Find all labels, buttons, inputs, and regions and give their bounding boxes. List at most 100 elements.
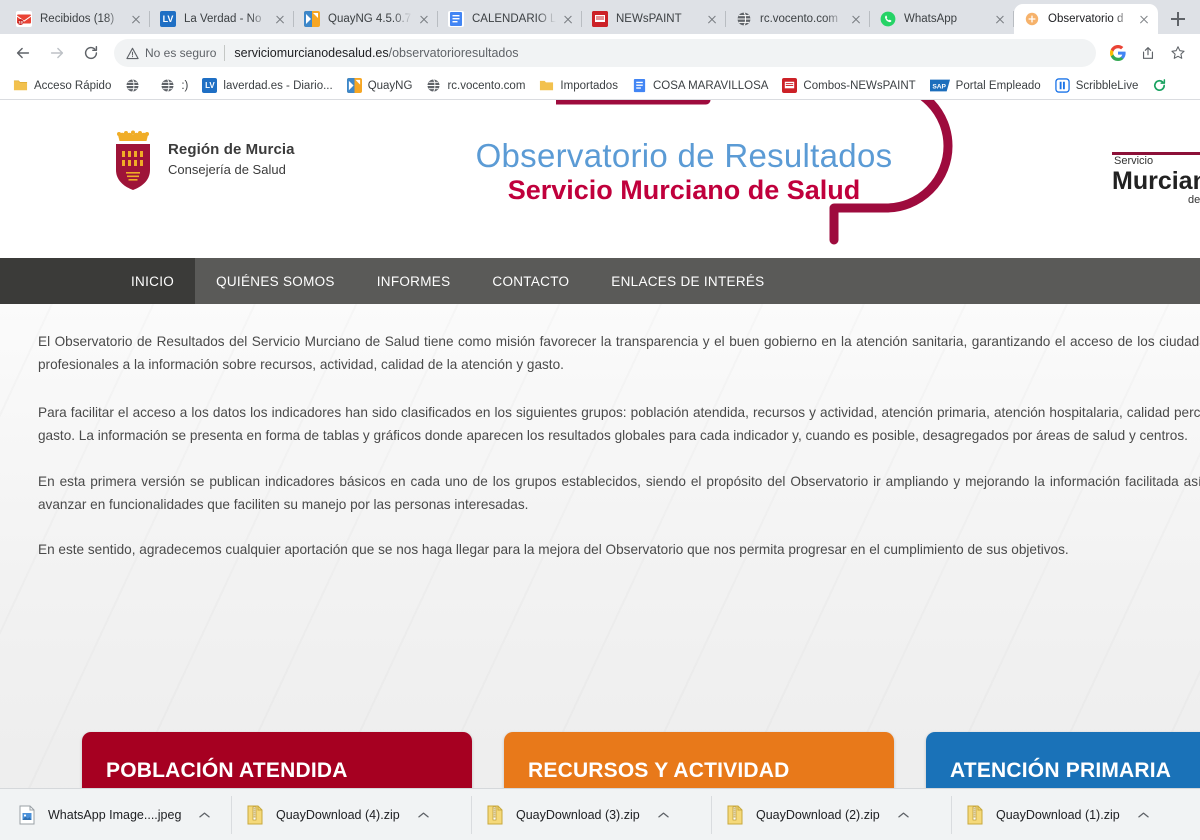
bookmark-label: rc.vocento.com xyxy=(447,80,525,92)
bookmark-item[interactable]: Importados xyxy=(532,75,625,96)
bookmark-item[interactable]: Combos-NEWsPAINT xyxy=(775,75,922,96)
nav-left-spacer xyxy=(0,258,110,304)
close-icon[interactable] xyxy=(128,11,144,27)
bookmark-label: QuayNG xyxy=(368,80,413,92)
browser-tab-active[interactable]: Observatorio d xyxy=(1014,4,1158,34)
brand-text: Región de Murcia Consejería de Salud xyxy=(168,140,295,180)
bookmark-item[interactable]: rc.vocento.com xyxy=(419,75,532,96)
newspaint-icon xyxy=(782,78,797,93)
download-item[interactable]: QuayDownload (1).zip xyxy=(952,796,1192,834)
laverdad-icon: LV xyxy=(202,78,217,93)
brand-line-2: Consejería de Salud xyxy=(168,162,286,177)
browser-tab[interactable]: NEWsPAINT xyxy=(582,4,726,34)
nav-item-quienes-somos[interactable]: QUIÉNES SOMOS xyxy=(195,258,356,304)
image-file-icon xyxy=(18,805,36,825)
download-item[interactable]: WhatsApp Image....jpeg xyxy=(4,796,232,834)
bookmark-item[interactable]: COSA MARAVILLOSA xyxy=(625,75,775,96)
bookmark-item[interactable]: :) xyxy=(153,75,195,96)
close-icon[interactable] xyxy=(416,11,432,27)
laverdad-icon: LV xyxy=(160,11,176,27)
bookmark-label: :) xyxy=(181,80,188,92)
close-icon[interactable] xyxy=(1136,11,1152,27)
download-item[interactable]: QuayDownload (2).zip xyxy=(712,796,952,834)
reload-button[interactable] xyxy=(76,38,106,68)
nav-label: ENLACES DE INTERÉS xyxy=(611,274,764,289)
tab-strip: 18 Recibidos (18) LV La Verdad - No Quay… xyxy=(0,0,1200,34)
refresh-icon xyxy=(1152,78,1167,93)
nav-item-contacto[interactable]: CONTACTO xyxy=(471,258,590,304)
tab-title: NEWsPAINT xyxy=(616,13,700,25)
bookmark-item[interactable]: QuayNG xyxy=(340,75,420,96)
scribblelive-icon xyxy=(1055,78,1070,93)
browser-tab[interactable]: CALENDARIO L xyxy=(438,4,582,34)
url-path: /observatorioresultados xyxy=(389,46,519,60)
servicio-murciano-logo: Servicio Murciano de xyxy=(1088,152,1200,207)
tab-title: QuayNG 4.5.0.7 xyxy=(328,13,412,25)
svg-text:SAP: SAP xyxy=(932,83,946,90)
new-tab-button[interactable] xyxy=(1164,5,1192,33)
site-header: Región de Murcia Consejería de Salud Obs… xyxy=(0,100,1200,258)
close-icon[interactable] xyxy=(992,11,1008,27)
google-docs-icon xyxy=(448,11,464,27)
browser-tab[interactable]: rc.vocento.com xyxy=(726,4,870,34)
close-icon[interactable] xyxy=(560,11,576,27)
bookmark-item[interactable]: SAP Portal Empleado xyxy=(923,75,1048,96)
google-account-icon[interactable] xyxy=(1104,39,1132,67)
globe-icon xyxy=(160,78,175,93)
bookmark-label: Portal Empleado xyxy=(956,80,1041,92)
toolbar-actions xyxy=(1102,39,1192,67)
star-icon[interactable] xyxy=(1164,39,1192,67)
folder-icon xyxy=(13,78,28,93)
back-button[interactable] xyxy=(8,38,38,68)
download-item[interactable]: QuayDownload (4).zip xyxy=(232,796,472,834)
bookmark-item[interactable]: LV laverdad.es - Diario... xyxy=(195,75,339,96)
browser-toolbar: No es seguro serviciomurcianodesalud.es/… xyxy=(0,34,1200,72)
nav-label: INFORMES xyxy=(377,274,451,289)
svg-text:18: 18 xyxy=(18,20,23,25)
globe-icon xyxy=(426,78,441,93)
brand-logo[interactable]: Región de Murcia Consejería de Salud xyxy=(110,130,295,190)
card-title: RECURSOS Y ACTIVIDAD xyxy=(528,758,870,784)
nav-item-informes[interactable]: INFORMES xyxy=(356,258,472,304)
bookmark-item[interactable]: ScribbleLive xyxy=(1048,75,1146,96)
close-icon[interactable] xyxy=(848,11,864,27)
page-title-sub: Servicio Murciano de Salud xyxy=(404,174,964,208)
browser-tab[interactable]: WhatsApp xyxy=(870,4,1014,34)
close-icon[interactable] xyxy=(704,11,720,27)
chevron-up-icon[interactable] xyxy=(898,811,909,819)
close-icon[interactable] xyxy=(272,11,288,27)
bookmark-item[interactable]: Acceso Rápido xyxy=(6,75,118,96)
tab-title: Observatorio d xyxy=(1048,13,1132,25)
browser-tab[interactable]: 18 Recibidos (18) xyxy=(6,4,150,34)
nav-item-enlaces-de-interes[interactable]: ENLACES DE INTERÉS xyxy=(590,258,785,304)
folder-icon xyxy=(539,78,554,93)
zip-file-icon xyxy=(486,805,504,825)
region-murcia-shield-icon xyxy=(110,130,156,190)
chevron-up-icon[interactable] xyxy=(1138,811,1149,819)
intro-paragraph-1: El Observatorio de Resultados del Servic… xyxy=(0,330,1200,377)
share-icon[interactable] xyxy=(1134,39,1162,67)
card-title: POBLACIÓN ATENDIDA xyxy=(106,758,448,784)
main-content: El Observatorio de Resultados del Servic… xyxy=(0,304,1200,808)
chevron-up-icon[interactable] xyxy=(199,811,210,819)
browser-tab[interactable]: QuayNG 4.5.0.7 xyxy=(294,4,438,34)
tab-title: Recibidos (18) xyxy=(40,13,124,25)
globe-icon xyxy=(125,78,140,93)
nav-label: QUIÉNES SOMOS xyxy=(216,274,335,289)
browser-tab[interactable]: LV La Verdad - No xyxy=(150,4,294,34)
intro-paragraph-4: En este sentido, agradecemos cualquier a… xyxy=(0,538,1200,561)
bookmark-item[interactable] xyxy=(118,75,153,96)
nav-label: INICIO xyxy=(131,274,174,289)
address-bar[interactable]: No es seguro serviciomurcianodesalud.es/… xyxy=(114,39,1096,67)
page-viewport: Región de Murcia Consejería de Salud Obs… xyxy=(0,100,1200,808)
forward-button[interactable] xyxy=(42,38,72,68)
download-item[interactable]: QuayDownload (3).zip xyxy=(472,796,712,834)
quayng-icon xyxy=(304,11,320,27)
card-title: ATENCIÓN PRIMARIA xyxy=(950,758,1200,784)
nav-item-inicio[interactable]: INICIO xyxy=(110,258,195,304)
bookmark-item[interactable] xyxy=(1145,75,1180,96)
chevron-up-icon[interactable] xyxy=(658,811,669,819)
chevron-up-icon[interactable] xyxy=(418,811,429,819)
bookmark-label: laverdad.es - Diario... xyxy=(223,80,332,92)
zip-file-icon xyxy=(966,805,984,825)
